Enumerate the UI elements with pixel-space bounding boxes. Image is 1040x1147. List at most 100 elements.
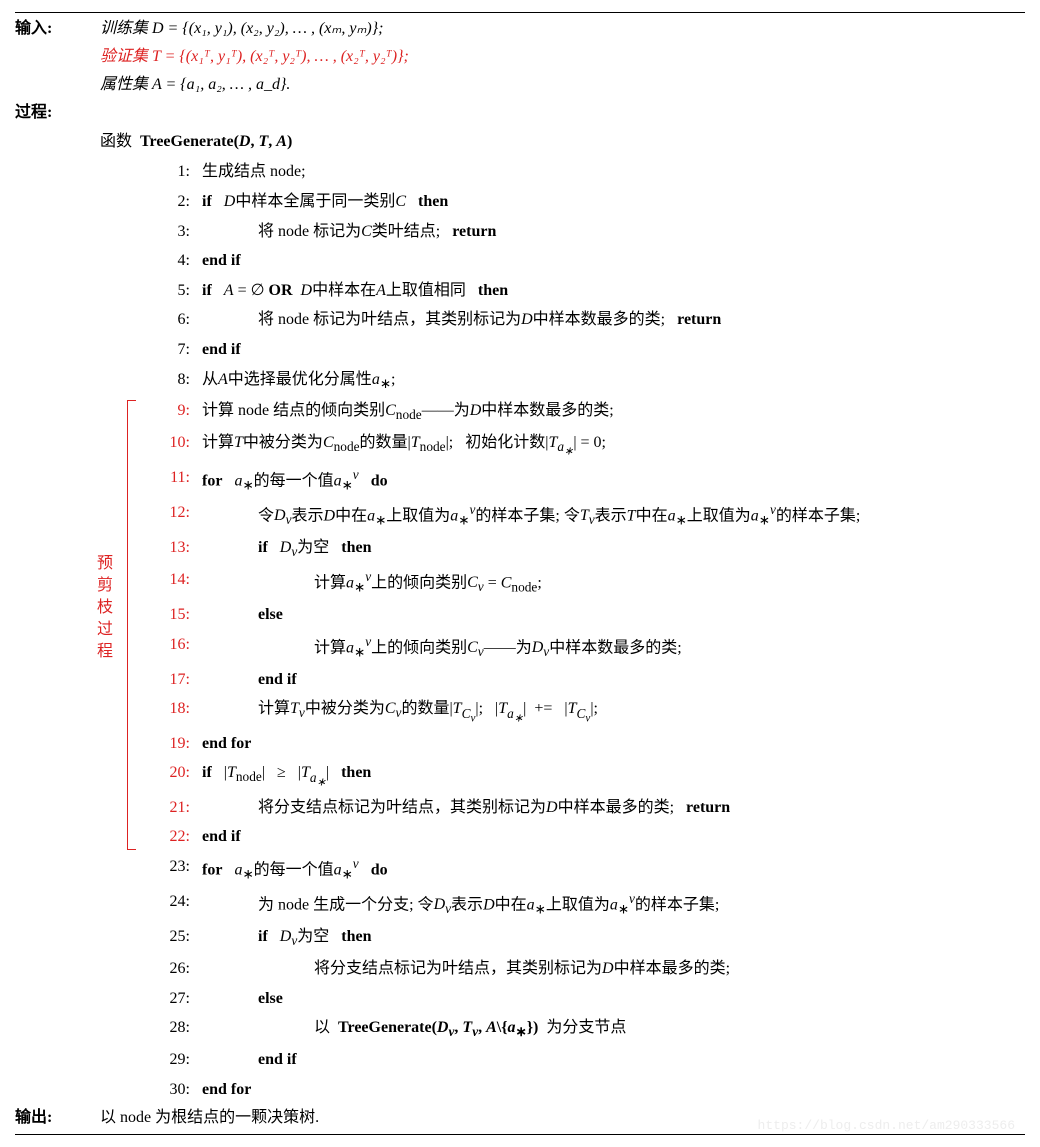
line-text: else [202, 984, 1025, 1014]
line-text: 计算T中被分类为Cnode的数量|Tnode|; 初始化计数|Ta∗| = 0; [202, 428, 1025, 462]
algo-line: 18: 计算Tv中被分类为Cv的数量|TCv|; |Ta∗| += |TCv|; [155, 694, 1025, 728]
train-set: 训练集 D = {(x₁, y₁), (x₂, y₂), … , (xₘ, yₘ… [100, 15, 1025, 43]
line-text: 生成结点 node; [202, 157, 1025, 187]
line-text: 计算 node 结点的倾向类别Cnode——为D中样本数最多的类; [202, 396, 1025, 428]
line-text: end if [202, 1045, 1025, 1075]
line-text: 为 node 生成一个分支; 令Dv表示D中在a∗上取值为a∗v的样本子集; [202, 887, 1025, 922]
algo-line: 9: 计算 node 结点的倾向类别Cnode——为D中样本数最多的类; [155, 396, 1025, 428]
algo-line: 19: end for [155, 729, 1025, 759]
process-row: 过程: [15, 99, 1025, 127]
line-number: 23: [155, 852, 190, 882]
line-number: 16: [155, 630, 190, 660]
line-text: end if [202, 665, 1025, 695]
line-number: 25: [155, 922, 190, 952]
line-number: 28: [155, 1013, 190, 1043]
input-label: 输入: [15, 15, 100, 43]
algo-line: 5:if A = ∅ OR D中样本在A上取值相同 then [155, 276, 1025, 306]
algo-line: 20: if |Tnode| ≥ |Ta∗| then [155, 758, 1025, 792]
output-label: 输出: [15, 1104, 100, 1132]
line-number: 12: [155, 498, 190, 528]
algo-line: 21: 将分支结点标记为叶结点，其类别标记为D中样本最多的类; return [155, 793, 1025, 823]
algorithm-box: 输入: 训练集 D = {(x₁, y₁), (x₂, y₂), … , (xₘ… [15, 12, 1025, 1135]
line-number: 14: [155, 565, 190, 595]
algo-line: 16: 计算a∗v上的倾向类别Cv——为Dv中样本数最多的类; [155, 630, 1025, 665]
algo-line: 4: end if [155, 246, 1025, 276]
algo-line: 29: end if [155, 1045, 1025, 1075]
line-number: 3: [155, 217, 190, 247]
line-text: for a∗的每一个值a∗v do [202, 852, 1025, 887]
algo-line: 23: for a∗的每一个值a∗v do [155, 852, 1025, 887]
algo-line: 24:为 node 生成一个分支; 令Dv表示D中在a∗上取值为a∗v的样本子集… [155, 887, 1025, 922]
line-number: 10: [155, 428, 190, 458]
line-text: 从A中选择最优化分属性a∗; [202, 365, 1025, 397]
line-number: 27: [155, 984, 190, 1014]
line-number: 17: [155, 665, 190, 695]
line-number: 6: [155, 305, 190, 335]
line-text: if D中样本全属于同一类别C then [202, 187, 1025, 217]
line-text: 将 node 标记为C类叶结点; return [202, 217, 1025, 247]
input-row: 输入: 训练集 D = {(x₁, y₁), (x₂, y₂), … , (xₘ… [15, 15, 1025, 43]
line-text: end for [202, 729, 1025, 759]
line-number: 4: [155, 246, 190, 276]
line-text: 将分支结点标记为叶结点，其类别标记为D中样本最多的类; return [202, 793, 1025, 823]
algo-line: 6: 将 node 标记为叶结点，其类别标记为D中样本数最多的类; return [155, 305, 1025, 335]
line-text: end for [202, 1075, 1025, 1105]
line-number: 18: [155, 694, 190, 724]
line-number: 26: [155, 954, 190, 984]
algo-line: 1: 生成结点 node; [155, 157, 1025, 187]
line-number: 20: [155, 758, 190, 788]
algo-line: 3: 将 node 标记为C类叶结点; return [155, 217, 1025, 247]
line-text: 将分支结点标记为叶结点，其类别标记为D中样本最多的类; [202, 954, 1025, 984]
algo-line: 12:令Dv表示D中在a∗上取值为a∗v的样本子集; 令Tv表示T中在a∗上取值… [155, 498, 1025, 533]
line-text: if Dv为空 then [202, 533, 1025, 565]
line-number: 11: [155, 463, 190, 493]
algo-line: 30: end for [155, 1075, 1025, 1105]
algo-line: 2: if D中样本全属于同一类别C then [155, 187, 1025, 217]
algo-line: 27: else [155, 984, 1025, 1014]
valid-row: 验证集 T = {(x₁ᵀ, y₁ᵀ), (x₂ᵀ, y₂ᵀ), … , (x₂… [15, 43, 1025, 71]
func-signature: TreeGenerate(D, T, A) [140, 133, 292, 150]
algo-line: 28:以 TreeGenerate(Dv, Tv, A\{a∗}) 为分支节点 [155, 1013, 1025, 1045]
pruning-bracket [127, 400, 136, 850]
line-number: 21: [155, 793, 190, 823]
line-text: if |Tnode| ≥ |Ta∗| then [202, 758, 1025, 792]
line-number: 7: [155, 335, 190, 365]
bottom-rule [15, 1134, 1025, 1135]
line-number: 15: [155, 600, 190, 630]
line-text: end if [202, 822, 1025, 852]
line-number: 1: [155, 157, 190, 187]
attr-row: 属性集 A = {a₁, a₂, … , a_d}. [15, 71, 1025, 99]
line-number: 5: [155, 276, 190, 306]
function-header: 函数 TreeGenerate(D, T, A) [100, 127, 1025, 157]
line-text: if Dv为空 then [202, 922, 1025, 954]
line-number: 19: [155, 729, 190, 759]
line-number: 29: [155, 1045, 190, 1075]
algo-line: 8: 从A中选择最优化分属性a∗; [155, 365, 1025, 397]
algo-line: 11: for a∗的每一个值a∗v do [155, 463, 1025, 498]
line-text: 计算a∗v上的倾向类别Cv——为Dv中样本数最多的类; [202, 630, 1025, 665]
line-text: 将 node 标记为叶结点，其类别标记为D中样本数最多的类; return [202, 305, 1025, 335]
algo-line: 25: if Dv为空 then [155, 922, 1025, 954]
line-text: else [202, 600, 1025, 630]
top-rule [15, 12, 1025, 13]
line-text: end if [202, 335, 1025, 365]
line-number: 2: [155, 187, 190, 217]
pruning-side-label: 预剪枝过程 [90, 554, 114, 694]
line-text: end if [202, 246, 1025, 276]
line-text: 计算Tv中被分类为Cv的数量|TCv|; |Ta∗| += |TCv|; [202, 694, 1025, 728]
valid-set: 验证集 T = {(x₁ᵀ, y₁ᵀ), (x₂ᵀ, y₂ᵀ), … , (x₂… [100, 43, 1025, 71]
line-text: for a∗的每一个值a∗v do [202, 463, 1025, 498]
watermark: https://blog.csdn.net/am290333566 [758, 1118, 1015, 1133]
line-number: 8: [155, 365, 190, 395]
attr-set: 属性集 A = {a₁, a₂, … , a_d}. [100, 71, 1025, 99]
algo-line: 7: end if [155, 335, 1025, 365]
line-number: 13: [155, 533, 190, 563]
algo-line: 17: end if [155, 665, 1025, 695]
line-number: 30: [155, 1075, 190, 1105]
algo-line: 10: 计算T中被分类为Cnode的数量|Tnode|; 初始化计数|Ta∗| =… [155, 428, 1025, 462]
algo-line: 26: 将分支结点标记为叶结点，其类别标记为D中样本最多的类; [155, 954, 1025, 984]
algo-line: 13: if Dv为空 then [155, 533, 1025, 565]
algo-line: 22:end if [155, 822, 1025, 852]
algo-line: 14:计算a∗v上的倾向类别Cv = Cnode; [155, 565, 1025, 600]
line-number: 9: [155, 396, 190, 426]
